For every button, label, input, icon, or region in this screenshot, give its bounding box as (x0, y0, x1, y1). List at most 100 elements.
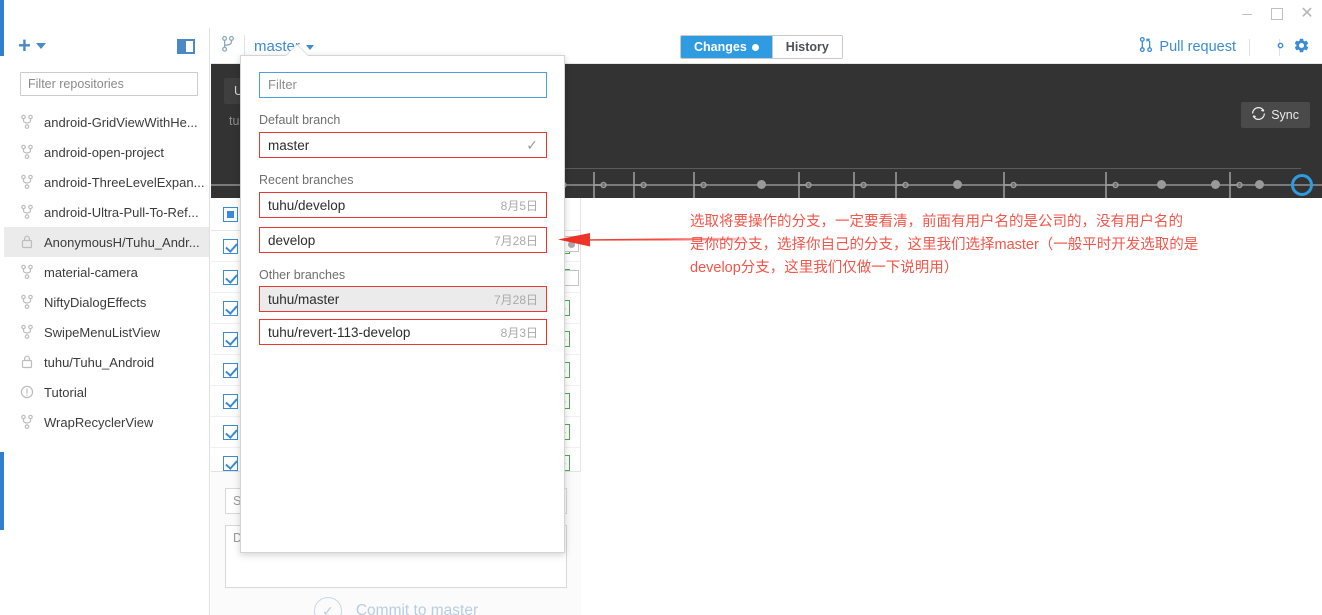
branch-item-recent[interactable]: tuhu/develop 8月5日 (259, 192, 547, 218)
branch-icon (221, 35, 235, 58)
tab-changes-label: Changes (694, 40, 747, 54)
lock-icon (20, 354, 34, 370)
branch-item-other-hovered[interactable]: tuhu/master 7月28日 (259, 286, 547, 312)
recent-branches-label: Recent branches (259, 173, 354, 187)
repo-list-item[interactable]: android-Ultra-Pull-To-Ref... (4, 197, 209, 227)
repo-list-item[interactable]: android-open-project (4, 137, 209, 167)
select-all-checkbox[interactable] (223, 206, 238, 222)
file-checkbox[interactable] (223, 300, 238, 316)
branch-item-default[interactable]: master ✓ (259, 132, 547, 158)
repo-list-item[interactable]: android-GridViewWithHe... (4, 107, 209, 137)
repo-list-item-selected[interactable]: AnonymousH/Tuhu_Andr... (4, 227, 209, 257)
branch-date: 7月28日 (493, 233, 538, 248)
repo-name: WrapRecyclerView (44, 414, 154, 430)
popup-caret-icon (286, 45, 308, 56)
pull-request-icon (1139, 36, 1153, 57)
file-checkbox[interactable] (223, 331, 238, 347)
timeline-divider (541, 168, 1301, 169)
changes-history-tabs: Changes History (680, 35, 843, 59)
commit-button-label: Commit to master (355, 602, 479, 615)
pull-request-button[interactable]: Pull request (1139, 36, 1236, 57)
branch-icon (20, 114, 34, 130)
file-checkbox[interactable] (223, 238, 238, 254)
commit-node[interactable] (1157, 180, 1166, 189)
repo-name: material-camera (44, 264, 138, 280)
sync-label: Sync (1271, 108, 1299, 122)
pane-toggle-icon[interactable] (177, 38, 195, 54)
repo-list-item[interactable]: android-ThreeLevelExpan... (4, 167, 209, 197)
file-checkbox[interactable] (223, 362, 238, 378)
commit-merge-node[interactable] (1103, 170, 1119, 200)
head-commit-indicator[interactable] (1291, 174, 1313, 196)
branch-dropdown-popup: Filter Default branch master ✓ Recent br… (240, 55, 565, 553)
commit-node[interactable] (1211, 180, 1220, 189)
sync-button[interactable]: Sync (1241, 102, 1310, 128)
commit-button[interactable]: ✓ Commit to master (211, 597, 581, 615)
file-checkbox[interactable] (223, 393, 238, 409)
gear-icon[interactable] (1272, 37, 1310, 59)
commit-merge-node[interactable] (691, 170, 707, 200)
branch-filter-input[interactable]: Filter (259, 72, 547, 98)
divider (1249, 39, 1250, 56)
repo-list-item[interactable]: WrapRecyclerView (4, 407, 209, 437)
default-branch-label: Default branch (259, 113, 341, 127)
branch-name: tuhu/develop (268, 197, 346, 213)
commit-node[interactable] (953, 180, 962, 189)
commit-merge-node[interactable] (631, 170, 647, 200)
file-checkbox[interactable] (223, 455, 238, 471)
repo-list-item[interactable]: SwipeMenuListView (4, 317, 209, 347)
sidebar-toolbar: + (4, 28, 209, 64)
file-status-icon (563, 270, 579, 286)
alert-icon (20, 384, 34, 400)
sync-icon (1252, 106, 1266, 123)
branch-date: 8月5日 (500, 198, 538, 213)
file-checkbox[interactable] (223, 269, 238, 285)
github-desktop-window: ✕ + Filter repositories android-GridView (0, 0, 1322, 615)
plus-icon: + (18, 33, 31, 58)
tab-history[interactable]: History (772, 36, 842, 58)
commit-merge-node[interactable] (1227, 170, 1243, 200)
file-checkbox[interactable] (223, 424, 238, 440)
repo-name: android-Ultra-Pull-To-Ref... (44, 204, 199, 220)
repo-list-item[interactable]: tuhu/Tuhu_Android (4, 347, 209, 377)
repo-name: SwipeMenuListView (44, 324, 161, 340)
branch-date: 8月3日 (500, 325, 538, 340)
branch-icon (20, 294, 34, 310)
branch-item-other[interactable]: tuhu/revert-113-develop 8月3日 (259, 319, 547, 345)
maximize-button[interactable] (1262, 0, 1292, 28)
repo-name: tuhu/Tuhu_Android (44, 354, 155, 370)
close-button[interactable]: ✕ (1292, 0, 1322, 28)
repo-name: android-ThreeLevelExpan... (44, 174, 205, 190)
pull-request-label: Pull request (1159, 38, 1236, 55)
repo-list-item[interactable]: Tutorial (4, 377, 209, 407)
repository-sidebar: + Filter repositories android-GridViewWi… (4, 28, 210, 615)
commit-merge-node[interactable] (1001, 170, 1017, 200)
commit-node[interactable] (1255, 180, 1264, 189)
repo-name: android-GridViewWithHe... (44, 114, 198, 130)
repo-name: Tutorial (44, 384, 87, 400)
branch-icon (20, 414, 34, 430)
divider (244, 35, 245, 57)
commit-merge-node[interactable] (893, 170, 909, 200)
minimize-button[interactable] (1232, 0, 1262, 28)
annotation-line-2: 是你的分支，选择你自己的分支，这里我们选择master（一般平时开发选取的是 (690, 237, 1199, 253)
annotation-line-1: 选取将要操作的分支，一定要看清，前面有用户名的是公司的，没有用户名的 (690, 214, 1183, 230)
commit-merge-node[interactable] (591, 170, 607, 200)
add-repository-button[interactable]: + (18, 33, 46, 58)
repository-list: android-GridViewWithHe... android-open-p… (4, 107, 209, 437)
repo-list-item[interactable]: material-camera (4, 257, 209, 287)
commit-merge-node[interactable] (851, 170, 867, 200)
commit-merge-node[interactable] (796, 170, 812, 200)
repo-name: android-open-project (44, 144, 164, 160)
commit-node[interactable] (757, 180, 766, 189)
lock-icon (20, 234, 34, 250)
tab-changes[interactable]: Changes (681, 36, 772, 58)
title-bar: ✕ (0, 0, 1322, 28)
check-icon: ✓ (526, 136, 538, 153)
branch-name: master (268, 137, 310, 153)
repo-list-item[interactable]: NiftyDialogEffects (4, 287, 209, 317)
branch-item-recent[interactable]: develop 7月28日 (259, 227, 547, 253)
repo-name: NiftyDialogEffects (44, 294, 147, 310)
filter-repositories-input[interactable]: Filter repositories (20, 72, 198, 96)
branch-icon (20, 144, 34, 160)
